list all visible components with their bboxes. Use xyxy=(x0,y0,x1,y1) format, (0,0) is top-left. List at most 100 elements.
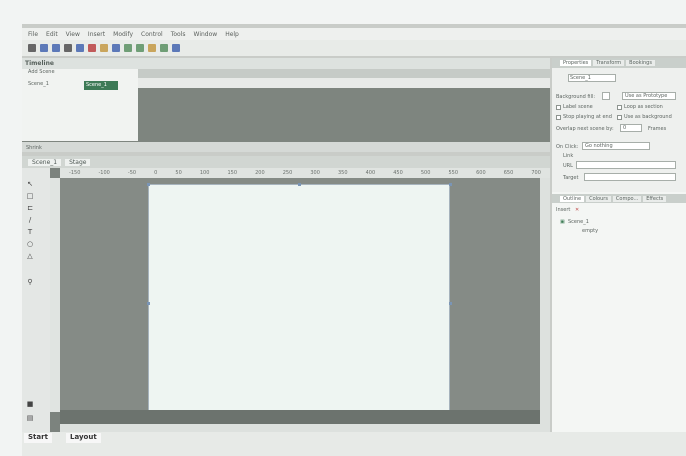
menu-window[interactable]: Window xyxy=(194,31,218,38)
overlap-label: Overlap next scene by: xyxy=(556,126,614,132)
on-click-label: On Click: xyxy=(556,144,579,150)
menu-modify[interactable]: Modify xyxy=(113,31,133,38)
scene-icon[interactable] xyxy=(124,44,132,52)
background-fill-label: Background fill: xyxy=(556,94,596,100)
target-label: Target xyxy=(563,175,579,181)
new-file-icon[interactable] xyxy=(28,44,36,52)
palette-tool-icon[interactable]: ▤ xyxy=(26,414,34,422)
add-scene-button[interactable]: Add Scene xyxy=(28,69,55,75)
shrink-label[interactable]: Shrink xyxy=(26,145,42,151)
align-icon[interactable] xyxy=(100,44,108,52)
horizontal-scrollbar[interactable] xyxy=(60,424,540,432)
ruler-tick: 100 xyxy=(199,170,210,176)
ruler-tick: 450 xyxy=(393,170,403,176)
timeline-title: Timeline xyxy=(22,58,550,69)
target-select[interactable] xyxy=(584,173,676,181)
scene-tree-icon: ▣ xyxy=(560,219,565,225)
bottom-bar xyxy=(22,432,686,456)
stage-handle-top-left[interactable] xyxy=(147,183,150,186)
horizontal-ruler: -150 -100 -50 0 50 100 150 200 250 300 350 400 450 50… xyxy=(60,168,550,178)
tab-outline[interactable]: Outline xyxy=(560,195,585,202)
main-toolbar xyxy=(22,40,686,56)
label-scene-checkbox[interactable] xyxy=(556,105,561,110)
outline-scene-item[interactable]: Scene_1 xyxy=(568,219,589,225)
ruler-tick: 250 xyxy=(282,170,293,176)
menu-insert[interactable]: Insert xyxy=(88,31,105,38)
color-tool-icon[interactable]: ■ xyxy=(26,400,34,408)
pen-tool-icon[interactable]: / xyxy=(26,216,34,224)
outline-empty-label: empty xyxy=(582,228,599,234)
use-background-checkbox[interactable] xyxy=(617,115,622,120)
tab-bookings[interactable]: Bookings xyxy=(626,60,655,66)
ruler-tick: 200 xyxy=(255,170,265,176)
ruler-tick: 400 xyxy=(365,170,376,176)
menu-tools[interactable]: Tools xyxy=(171,31,186,38)
background-fill-swatch[interactable] xyxy=(602,92,610,100)
breadcrumb[interactable]: Scene_1 xyxy=(28,158,62,166)
save-icon[interactable] xyxy=(52,44,60,52)
menu-edit[interactable]: Edit xyxy=(46,31,58,38)
rectangle-tool-icon[interactable]: □ xyxy=(26,192,34,200)
properties-tabs: Properties Transform Bookings xyxy=(552,58,686,68)
frames-label: Frames xyxy=(648,126,667,132)
outline-tabs: Outline Colours Compo... Effects xyxy=(552,194,686,203)
url-input[interactable] xyxy=(576,161,676,169)
outline-insert-button[interactable]: Insert xyxy=(556,207,570,213)
timeline-scene-column xyxy=(22,69,138,141)
open-file-icon[interactable] xyxy=(40,44,48,52)
ellipse-tool-icon[interactable]: ○ xyxy=(26,240,34,248)
use-as-prototype-label: Use as Prototype xyxy=(625,93,668,99)
ruler-tick: 550 xyxy=(448,170,459,176)
timeline-panel: Timeline xyxy=(22,58,550,142)
on-click-value: Go nothing xyxy=(585,143,613,149)
tab-effects[interactable]: Effects xyxy=(643,195,667,202)
stage-tab[interactable]: Stage xyxy=(65,158,91,166)
stage-handle-right[interactable] xyxy=(449,302,452,305)
document-tabs: Scene_1 Stage xyxy=(22,156,550,168)
stage-handle-top[interactable] xyxy=(298,183,301,186)
play-icon[interactable] xyxy=(112,44,120,52)
zoom-tool-icon[interactable]: ⚲ xyxy=(26,278,34,286)
link-icon[interactable] xyxy=(172,44,180,52)
url-label: URL xyxy=(563,163,573,169)
ruler-tick: -50 xyxy=(127,170,137,176)
link-label: Link xyxy=(563,153,574,159)
ruler-tick: 500 xyxy=(420,170,431,176)
object-icon[interactable] xyxy=(148,44,156,52)
stop-playing-checkbox[interactable] xyxy=(556,115,561,120)
tab-transform[interactable]: Transform xyxy=(593,60,625,66)
select-tool-icon[interactable]: ↖ xyxy=(26,180,34,188)
use-background-label: Use as background xyxy=(624,114,672,120)
bottom-tab-layout[interactable]: Layout xyxy=(66,433,101,443)
ruler-tick: 650 xyxy=(503,170,514,176)
redo-icon[interactable] xyxy=(76,44,84,52)
scene-item[interactable]: Scene_1 xyxy=(84,81,118,90)
tab-properties[interactable]: Properties xyxy=(560,60,592,66)
ruler-tick: 0 xyxy=(154,170,158,176)
menu-control[interactable]: Control xyxy=(141,31,163,38)
outline-delete-icon[interactable]: ✕ xyxy=(575,207,579,213)
menu-file[interactable]: File xyxy=(28,31,38,38)
menu-view[interactable]: View xyxy=(66,31,80,38)
vertical-ruler xyxy=(50,178,60,412)
animation-icon[interactable] xyxy=(160,44,168,52)
text-tool-icon[interactable]: T xyxy=(26,228,34,236)
stop-playing-label: Stop playing at end xyxy=(563,114,612,120)
stage-handle-left[interactable] xyxy=(147,302,150,305)
delete-icon[interactable] xyxy=(88,44,96,52)
shape-tool-icon[interactable]: △ xyxy=(26,252,34,260)
menu-help[interactable]: Help xyxy=(225,31,239,38)
stage-handle-top-right[interactable] xyxy=(449,183,452,186)
tab-components[interactable]: Compo... xyxy=(612,195,642,202)
ruler-tick: 600 xyxy=(476,170,486,176)
ruler-tick: -150 xyxy=(69,170,81,176)
tools-panel: ↖ □ ⊏ / T ○ △ ⚲ ■ ▤ xyxy=(22,168,50,432)
stage-canvas[interactable] xyxy=(148,184,450,422)
insert-scene-icon[interactable] xyxy=(136,44,144,52)
bottom-tab-start[interactable]: Start xyxy=(24,433,52,443)
tab-colours[interactable]: Colours xyxy=(586,195,611,202)
loop-section-checkbox[interactable] xyxy=(617,105,622,110)
crop-tool-icon[interactable]: ⊏ xyxy=(26,204,34,212)
undo-icon[interactable] xyxy=(64,44,72,52)
vertical-scrollbar[interactable] xyxy=(540,178,550,432)
